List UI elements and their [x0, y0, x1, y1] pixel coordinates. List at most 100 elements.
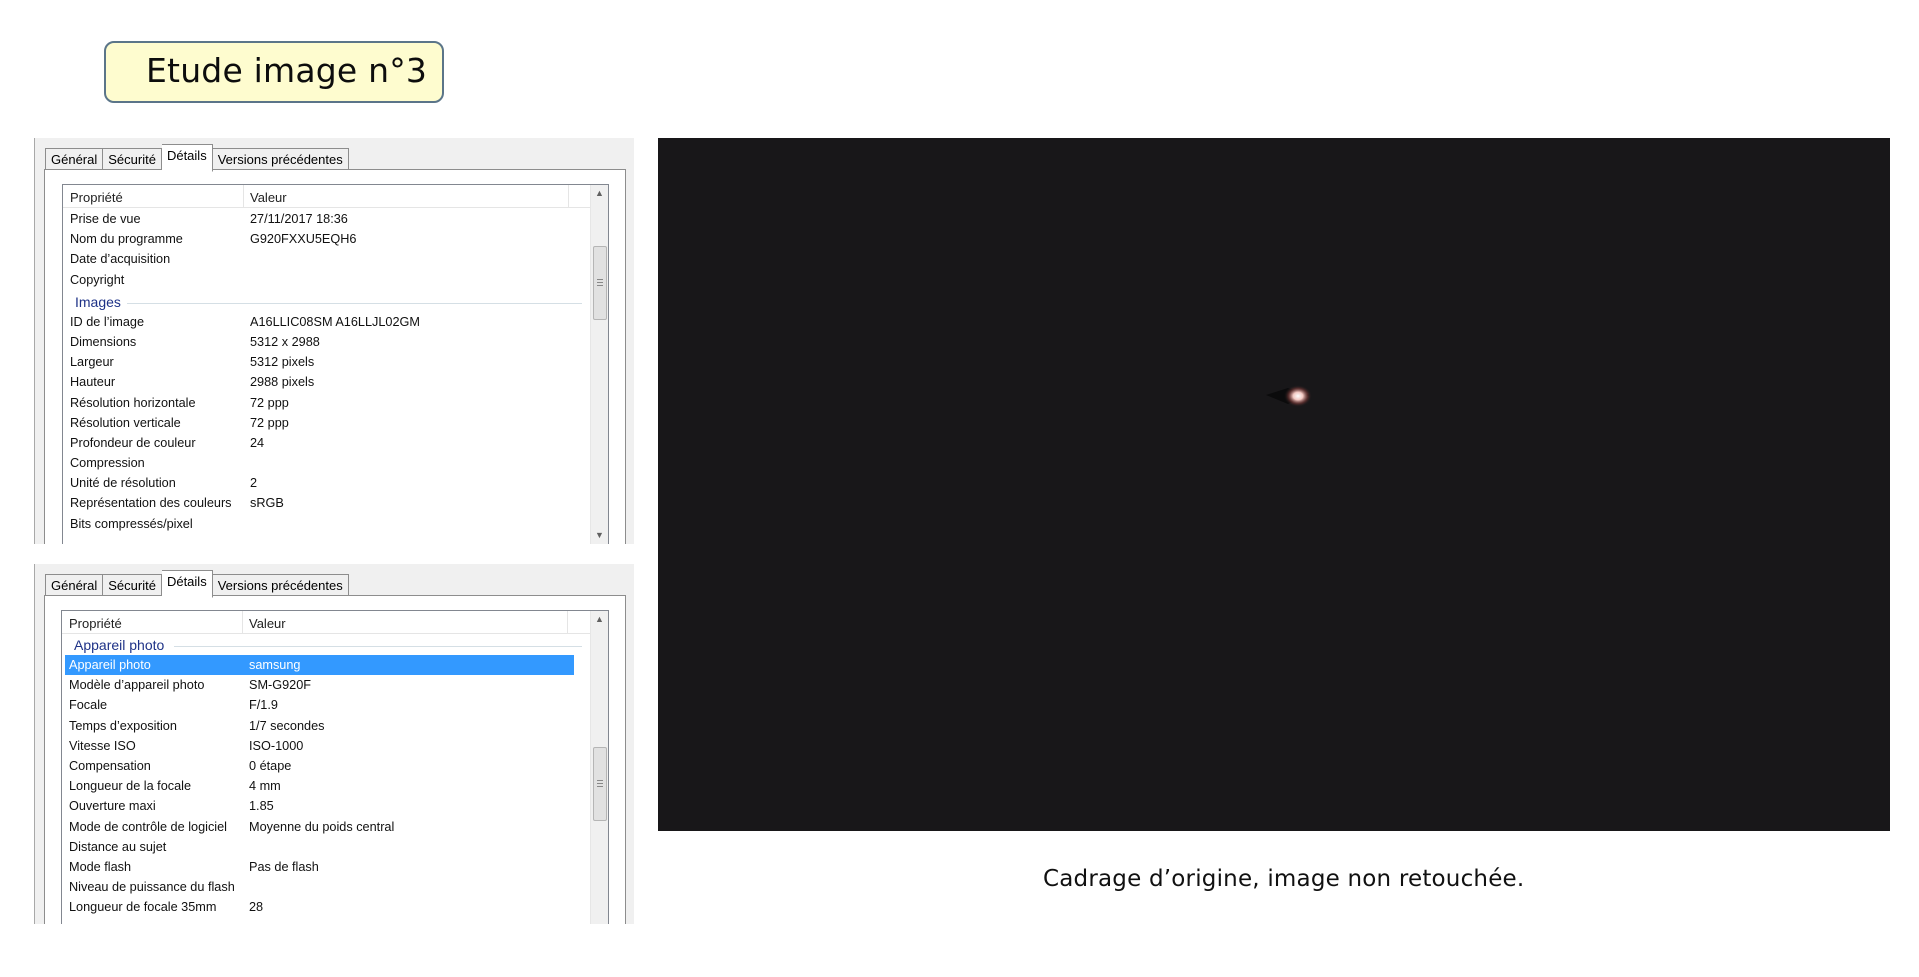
property-name: Ouverture maxi: [69, 799, 156, 814]
column-header-value[interactable]: Valeur: [250, 190, 287, 205]
property-row[interactable]: Compression: [63, 453, 590, 473]
property-row[interactable]: Longueur de la focale 4 mm: [62, 776, 590, 796]
property-name: Bits compressés/pixel: [70, 516, 193, 531]
property-row[interactable]: Prise de vue 27/11/2017 18:36: [63, 209, 590, 229]
group-label: Appareil photo: [74, 637, 165, 653]
property-name: Focale: [69, 698, 108, 713]
property-row[interactable]: Longueur de focale 35mm 28: [62, 897, 590, 917]
scrollbar-grip-icon: [597, 282, 603, 283]
property-name: Nom du programme: [70, 232, 183, 247]
group-label: Images: [75, 293, 121, 310]
property-value: 2: [250, 476, 258, 491]
property-row[interactable]: Distance au sujet: [62, 837, 590, 857]
property-value: ISO-1000: [249, 738, 304, 753]
property-row[interactable]: Résolution verticale 72 ppp: [63, 413, 590, 433]
column-separator[interactable]: [568, 185, 569, 207]
property-name: Longueur de focale 35mm: [69, 900, 217, 915]
property-list[interactable]: Propriété Valeur Prise de vue 27/11/2017…: [62, 184, 609, 544]
property-row[interactable]: Vitesse ISO ISO-1000: [62, 736, 590, 756]
property-row[interactable]: Résolution horizontale 72 ppp: [63, 393, 590, 413]
vertical-scrollbar[interactable]: ▲: [590, 611, 608, 924]
property-row[interactable]: Compensation 0 étape: [62, 756, 590, 776]
property-name: Compensation: [69, 758, 151, 773]
property-row[interactable]: Focale F/1.9: [62, 695, 590, 715]
tab-strip: Général Sécurité Détails Versions précéd…: [45, 144, 349, 172]
property-row[interactable]: Bits compressés/pixel: [63, 514, 590, 534]
scrollbar-grip-icon: [597, 780, 603, 781]
property-value: 28: [249, 900, 264, 915]
property-value: 24: [250, 435, 265, 450]
tab-details[interactable]: Détails: [161, 144, 213, 172]
scroll-up-arrow-icon[interactable]: ▲: [591, 185, 608, 202]
column-header-property[interactable]: Propriété: [70, 190, 123, 205]
property-row[interactable]: Niveau de puissance du flash: [62, 877, 590, 897]
property-row[interactable]: Représentation des couleurs sRGB: [63, 493, 590, 513]
property-row[interactable]: ID de l’image A16LLIC08SM A16LLJL02GM: [63, 312, 590, 332]
property-row[interactable]: Mode flash Pas de flash: [62, 857, 590, 877]
property-name: Mode flash: [69, 859, 132, 874]
property-row[interactable]: Dimensions 5312 x 2988: [63, 332, 590, 352]
property-name: Représentation des couleurs: [70, 496, 232, 511]
photo-canvas: [1266, 385, 1312, 407]
property-row-selected[interactable]: Appareil photo samsung: [65, 655, 574, 676]
title-box: Etude image n°3: [104, 41, 444, 103]
scrollbar-thumb[interactable]: [593, 246, 607, 320]
property-row[interactable]: Mode de contrôle de logiciel Moyenne du …: [62, 817, 590, 837]
property-value: 2988 pixels: [250, 375, 315, 390]
property-value: 5312 pixels: [250, 355, 315, 370]
property-name: Résolution verticale: [70, 415, 181, 430]
group-header-images[interactable]: Images: [63, 290, 590, 312]
tab-details[interactable]: Détails: [161, 570, 213, 598]
property-name: Mode de contrôle de logiciel: [69, 819, 227, 834]
property-value: samsung: [249, 658, 301, 672]
details-tab-page: Propriété Valeur Appareil photo Appareil…: [44, 595, 626, 924]
property-name: Résolution horizontale: [70, 395, 196, 410]
property-value: 72 ppp: [250, 415, 289, 430]
column-header-value[interactable]: Valeur: [249, 616, 286, 631]
property-row[interactable]: Profondeur de couleur 24: [63, 433, 590, 453]
column-separator[interactable]: [242, 611, 243, 633]
property-value: G920FXXU5EQH6: [250, 232, 357, 247]
property-list[interactable]: Propriété Valeur Appareil photo Appareil…: [61, 610, 609, 924]
tab-strip: Général Sécurité Détails Versions précéd…: [45, 570, 349, 598]
scroll-up-arrow-icon[interactable]: ▲: [591, 611, 608, 628]
scrollbar-thumb[interactable]: [593, 747, 607, 821]
property-row[interactable]: Largeur 5312 pixels: [63, 352, 590, 372]
property-value: Pas de flash: [249, 859, 319, 874]
property-row[interactable]: Temps d’exposition 1/7 secondes: [62, 716, 590, 736]
scrollbar-grip-icon: [597, 786, 603, 787]
scrollbar-grip-icon: [597, 783, 603, 784]
column-separator[interactable]: [567, 611, 568, 633]
property-row[interactable]: Copyright: [63, 270, 590, 290]
vertical-scrollbar[interactable]: ▲ ▼: [590, 185, 608, 544]
property-name: Hauteur: [70, 375, 116, 390]
property-name: Unité de résolution: [70, 476, 176, 491]
group-divider: [174, 646, 582, 647]
property-name: Largeur: [70, 355, 114, 370]
group-header-camera[interactable]: Appareil photo: [62, 633, 590, 655]
property-row[interactable]: Hauteur 2988 pixels: [63, 372, 590, 392]
property-name: Compression: [70, 456, 145, 471]
details-tab-page: Propriété Valeur Prise de vue 27/11/2017…: [44, 169, 626, 544]
group-divider: [127, 302, 582, 304]
night-sky-photo: [658, 138, 1890, 831]
property-row[interactable]: Ouverture maxi 1.85: [62, 796, 590, 816]
column-header: Propriété Valeur: [62, 611, 590, 634]
property-row[interactable]: Unité de résolution 2: [63, 473, 590, 493]
property-row[interactable]: Nom du programme G920FXXU5EQH6: [63, 229, 590, 249]
property-row[interactable]: Date d’acquisition: [63, 249, 590, 269]
property-value: SM-G920F: [249, 678, 312, 693]
property-value: 1/7 secondes: [249, 718, 325, 733]
property-name: Niveau de puissance du flash: [69, 880, 235, 895]
scroll-down-arrow-icon[interactable]: ▼: [591, 527, 608, 544]
properties-panel-top: Général Sécurité Détails Versions précéd…: [34, 138, 634, 544]
properties-panel-bottom: Général Sécurité Détails Versions précéd…: [34, 564, 634, 924]
property-value: F/1.9: [249, 698, 278, 713]
property-name: ID de l’image: [70, 314, 145, 329]
property-name: Date d’acquisition: [70, 252, 171, 267]
property-value: 72 ppp: [250, 395, 289, 410]
property-value: sRGB: [250, 496, 284, 511]
property-row[interactable]: Modèle d’appareil photo SM-G920F: [62, 675, 590, 695]
column-separator[interactable]: [243, 185, 244, 207]
column-header-property[interactable]: Propriété: [69, 616, 122, 631]
